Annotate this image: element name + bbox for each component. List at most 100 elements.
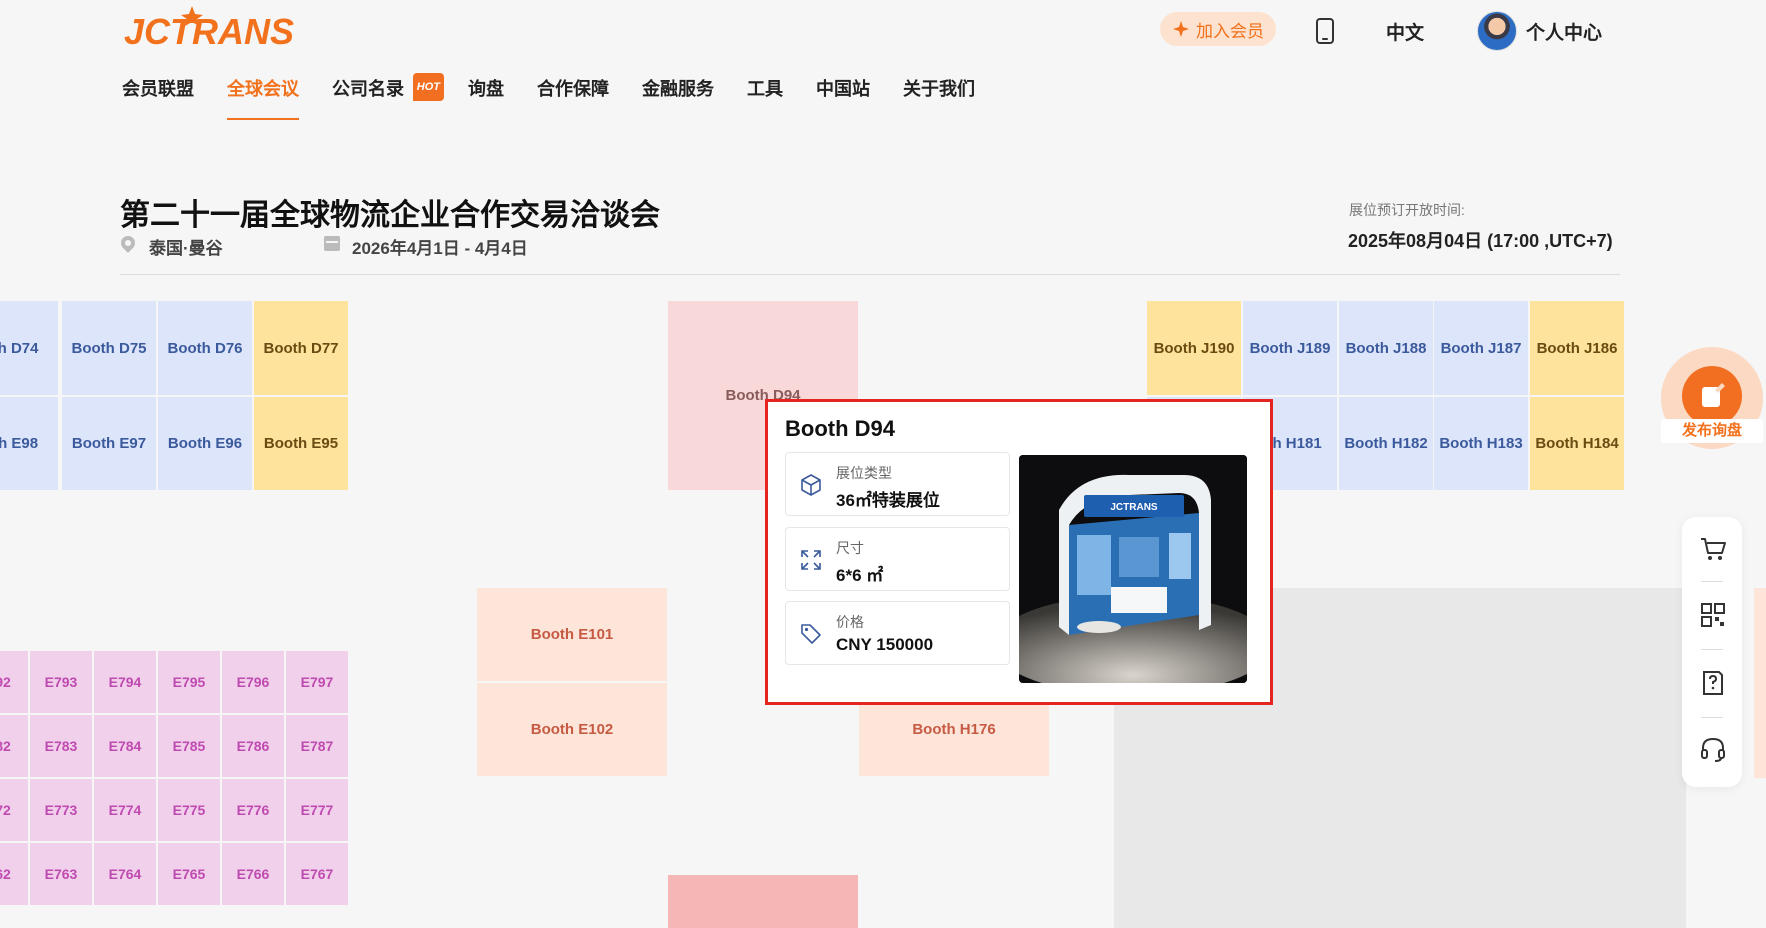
booth-cell[interactable]: E786: [222, 715, 284, 777]
language-switch[interactable]: 中文: [1386, 18, 1424, 45]
booth-cell[interactable]: Booth D76: [158, 301, 252, 395]
booth-type-value: 36㎡特装展位: [836, 491, 940, 510]
booth-price-value: CNY 150000: [836, 635, 934, 654]
booth-cell[interactable]: Booth J186: [1530, 301, 1624, 395]
booth-cell[interactable]: Booth J188: [1339, 301, 1433, 395]
event-location: 泰国·曼谷: [149, 239, 223, 258]
title-divider: [120, 274, 1620, 275]
nav-item-label: 询盘: [468, 79, 504, 99]
join-member-button[interactable]: 加入会员: [1160, 12, 1276, 46]
nav-item[interactable]: 工具: [747, 76, 783, 120]
nav-item[interactable]: 中国站: [816, 76, 870, 120]
nav-item-label: 中国站: [816, 79, 870, 99]
booth-cell[interactable]: oth E98: [0, 397, 58, 490]
nav-item[interactable]: 全球会议: [227, 76, 299, 120]
booth-cell[interactable]: E774: [94, 779, 156, 841]
nav-item[interactable]: 会员联盟: [122, 76, 194, 120]
price-tag-icon: [801, 624, 821, 644]
booth-cell[interactable]: E765: [158, 843, 220, 905]
booth-cell[interactable]: [668, 875, 858, 928]
cube-icon: [801, 474, 821, 496]
booth-cell[interactable]: Booth J190: [1147, 301, 1241, 395]
nav-item[interactable]: 公司名录 HOT: [332, 73, 444, 120]
booth-cell[interactable]: E776: [222, 779, 284, 841]
booth-cell[interactable]: E775: [158, 779, 220, 841]
publish-inquiry-label[interactable]: 发布询盘: [1661, 419, 1763, 443]
booth-cell[interactable]: E795: [158, 651, 220, 713]
booth-type-label: 展位类型: [836, 465, 892, 481]
nav-item-label: 工具: [747, 79, 783, 99]
nav-item[interactable]: 金融服务: [642, 76, 714, 120]
nav-item[interactable]: 关于我们: [903, 76, 975, 120]
booth-size-value: 6*6 ㎡: [836, 566, 884, 585]
user-center-link[interactable]: 个人中心: [1526, 18, 1602, 45]
booth-cell[interactable]: E767: [286, 843, 348, 905]
booth-cell[interactable]: 92: [0, 651, 28, 713]
booth-cell[interactable]: E797: [286, 651, 348, 713]
booth-cell[interactable]: Booth H184: [1530, 397, 1624, 490]
cart-icon[interactable]: [1699, 535, 1727, 563]
booth-cell[interactable]: Booth D75: [62, 301, 156, 395]
booth-cell[interactable]: E787: [286, 715, 348, 777]
booth-cell[interactable]: E794: [94, 651, 156, 713]
nav-item[interactable]: 合作保障: [537, 76, 609, 120]
booking-open-label: 展位预订开放时间:: [1349, 202, 1465, 218]
page: JCTRANS 会员联盟 全球会议 公司名录 HOT 询盘 合作保障 金融服务 工具 中国站 关于…: [0, 0, 1766, 928]
booth-cell[interactable]: Booth H182: [1339, 397, 1433, 490]
nav-item-label: 公司名录: [332, 79, 404, 99]
event-title: 第二十一届全球物流企业合作交易洽谈会: [120, 199, 660, 232]
booth-price-label: 价格: [836, 614, 864, 630]
booth-detail-popup: Booth D94 展位类型 36㎡特装展位 尺寸 6*6 ㎡ 价格 CNY 1…: [765, 399, 1273, 705]
booth-cell[interactable]: E764: [94, 843, 156, 905]
nav-item-label: 合作保障: [537, 79, 609, 99]
hot-badge: HOT: [412, 73, 444, 101]
booth-cell[interactable]: E763: [30, 843, 92, 905]
event-dates: 2026年4月1日 - 4月4日: [352, 239, 528, 258]
phone-icon[interactable]: [1316, 18, 1334, 44]
booth-cell[interactable]: Booth J189: [1243, 301, 1337, 395]
publish-inquiry-icon[interactable]: [1682, 366, 1742, 426]
booth-cell[interactable]: E773: [30, 779, 92, 841]
question-edit-icon[interactable]: [1699, 669, 1727, 697]
booth-type-card: 展位类型 36㎡特装展位: [785, 452, 1010, 516]
main-nav: 会员联盟 全球会议 公司名录 HOT 询盘 合作保障 金融服务 工具 中国站 关于我们: [122, 73, 1008, 120]
nav-item-label: 关于我们: [903, 79, 975, 99]
booth-cell-edge: [1754, 588, 1766, 778]
booth-cell[interactable]: Booth D77: [254, 301, 348, 395]
booth-cell[interactable]: 72: [0, 779, 28, 841]
jctrans-logo[interactable]: JCTRANS: [122, 4, 316, 52]
booth-render-image: JCTRANS: [1019, 455, 1247, 683]
qr-code-icon[interactable]: [1699, 601, 1727, 629]
booth-cell[interactable]: Booth E97: [62, 397, 156, 490]
headset-icon[interactable]: [1699, 735, 1727, 763]
floating-toolbar: [1682, 517, 1742, 787]
nav-item-label: 会员联盟: [122, 79, 194, 99]
booth-cell[interactable]: Booth H183: [1434, 397, 1528, 490]
booth-cell[interactable]: E784: [94, 715, 156, 777]
booth-price-card: 价格 CNY 150000: [785, 601, 1010, 665]
booth-cell[interactable]: E777: [286, 779, 348, 841]
booth-image-brand: JCTRANS: [1110, 502, 1158, 513]
nav-item-label: 全球会议: [227, 79, 299, 99]
booth-cell[interactable]: E766: [222, 843, 284, 905]
booth-cell[interactable]: Booth E95: [254, 397, 348, 490]
nav-item-label: 金融服务: [642, 79, 714, 99]
avatar[interactable]: [1477, 11, 1517, 51]
booth-cell[interactable]: E796: [222, 651, 284, 713]
booth-cell[interactable]: E785: [158, 715, 220, 777]
booth-cell[interactable]: E783: [30, 715, 92, 777]
booth-cell[interactable]: Booth E96: [158, 397, 252, 490]
expand-icon: [801, 550, 821, 570]
booking-open-time: 2025年08月04日 (17:00 ,UTC+7): [1348, 231, 1613, 251]
nav-item[interactable]: 询盘: [468, 76, 504, 120]
booth-cell[interactable]: Booth E101: [477, 588, 667, 681]
booth-size-card: 尺寸 6*6 ㎡: [785, 527, 1010, 591]
booth-cell[interactable]: E793: [30, 651, 92, 713]
booth-cell[interactable]: Booth J187: [1434, 301, 1528, 395]
location-pin-icon: [118, 233, 138, 253]
booth-cell[interactable]: Booth E102: [477, 683, 667, 776]
booth-cell[interactable]: 62: [0, 843, 28, 905]
booth-cell[interactable]: oth D74: [0, 301, 58, 395]
calendar-icon: [324, 236, 340, 251]
booth-cell[interactable]: 82: [0, 715, 28, 777]
